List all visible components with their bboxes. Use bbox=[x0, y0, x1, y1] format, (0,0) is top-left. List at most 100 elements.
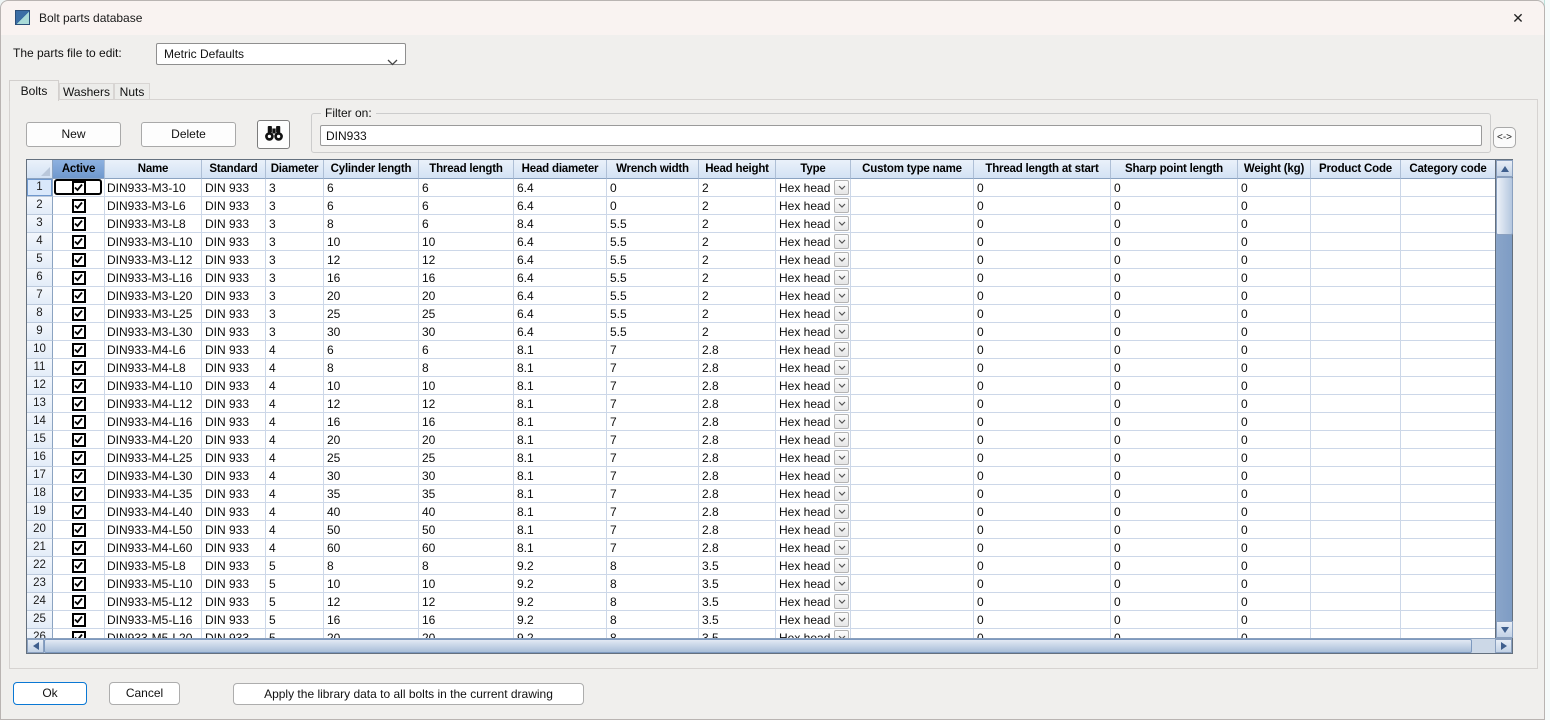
cell-diameter[interactable]: 5 bbox=[266, 593, 324, 611]
cell-head-diameter[interactable]: 6.4 bbox=[514, 197, 607, 215]
cell-weight-kg-[interactable]: 0 bbox=[1238, 557, 1311, 575]
cell-product-code[interactable] bbox=[1311, 467, 1401, 485]
row-number[interactable]: 22 bbox=[27, 557, 53, 575]
cell-type[interactable]: Hex head bbox=[776, 557, 851, 575]
cell-diameter[interactable]: 4 bbox=[266, 377, 324, 395]
cell-head-height[interactable]: 2 bbox=[699, 215, 776, 233]
cell-sharp-point-length[interactable]: 0 bbox=[1111, 287, 1238, 305]
cell-type[interactable]: Hex head bbox=[776, 377, 851, 395]
cell-head-diameter[interactable]: 9.2 bbox=[514, 593, 607, 611]
cell-thread-length-at-start[interactable]: 0 bbox=[974, 629, 1111, 638]
column-header-product-code[interactable]: Product Code bbox=[1311, 160, 1401, 179]
row-number[interactable]: 16 bbox=[27, 449, 53, 467]
row-number[interactable]: 26 bbox=[27, 629, 53, 638]
cell-diameter[interactable]: 5 bbox=[266, 557, 324, 575]
cell-head-diameter[interactable]: 8.1 bbox=[514, 431, 607, 449]
cell-head-diameter[interactable]: 9.2 bbox=[514, 629, 607, 638]
cell-cylinder-length[interactable]: 10 bbox=[324, 377, 419, 395]
cell-type[interactable]: Hex head bbox=[776, 413, 851, 431]
cell-head-height[interactable]: 2.8 bbox=[699, 413, 776, 431]
column-header-weight-kg-[interactable]: Weight (kg) bbox=[1238, 160, 1311, 179]
cell-diameter[interactable]: 5 bbox=[266, 575, 324, 593]
tab-nuts[interactable]: Nuts bbox=[114, 83, 150, 100]
cell-thread-length[interactable]: 50 bbox=[419, 521, 514, 539]
delete-button[interactable]: Delete bbox=[141, 122, 236, 147]
cell-head-height[interactable]: 2 bbox=[699, 305, 776, 323]
cell-weight-kg-[interactable]: 0 bbox=[1238, 521, 1311, 539]
row-number[interactable]: 11 bbox=[27, 359, 53, 377]
cell-cylinder-length[interactable]: 8 bbox=[324, 557, 419, 575]
cell-diameter[interactable]: 4 bbox=[266, 485, 324, 503]
type-dropdown-button[interactable] bbox=[834, 612, 849, 627]
cell-category-code[interactable] bbox=[1401, 179, 1495, 197]
cell-custom-type-name[interactable] bbox=[851, 251, 974, 269]
row-number[interactable]: 1 bbox=[27, 179, 53, 197]
cell-diameter[interactable]: 4 bbox=[266, 467, 324, 485]
type-dropdown-button[interactable] bbox=[834, 288, 849, 303]
cell-sharp-point-length[interactable]: 0 bbox=[1111, 395, 1238, 413]
row-number[interactable]: 25 bbox=[27, 611, 53, 629]
cell-head-diameter[interactable]: 6.4 bbox=[514, 179, 607, 197]
cell-head-diameter[interactable]: 8.1 bbox=[514, 449, 607, 467]
cell-sharp-point-length[interactable]: 0 bbox=[1111, 215, 1238, 233]
cell-weight-kg-[interactable]: 0 bbox=[1238, 215, 1311, 233]
cell-cylinder-length[interactable]: 10 bbox=[324, 233, 419, 251]
cell-cylinder-length[interactable]: 35 bbox=[324, 485, 419, 503]
type-dropdown-button[interactable] bbox=[834, 504, 849, 519]
cell-category-code[interactable] bbox=[1401, 323, 1495, 341]
cell-weight-kg-[interactable]: 0 bbox=[1238, 341, 1311, 359]
cell-head-height[interactable]: 2.8 bbox=[699, 377, 776, 395]
cell-wrench-width[interactable]: 8 bbox=[607, 629, 699, 638]
cell-sharp-point-length[interactable]: 0 bbox=[1111, 269, 1238, 287]
cell-thread-length-at-start[interactable]: 0 bbox=[974, 305, 1111, 323]
cell-diameter[interactable]: 5 bbox=[266, 611, 324, 629]
cell-thread-length-at-start[interactable]: 0 bbox=[974, 179, 1111, 197]
cell-wrench-width[interactable]: 5.5 bbox=[607, 233, 699, 251]
cell-standard[interactable]: DIN 933 bbox=[202, 629, 266, 638]
cell-sharp-point-length[interactable]: 0 bbox=[1111, 449, 1238, 467]
active-checkbox[interactable] bbox=[72, 487, 86, 501]
row-number[interactable]: 17 bbox=[27, 467, 53, 485]
cell-diameter[interactable]: 3 bbox=[266, 233, 324, 251]
filter-input[interactable] bbox=[320, 125, 1482, 146]
cell-name[interactable]: DIN933-M4-L30 bbox=[105, 467, 202, 485]
cell-head-height[interactable]: 2 bbox=[699, 287, 776, 305]
cell-cylinder-length[interactable]: 30 bbox=[324, 467, 419, 485]
active-checkbox[interactable] bbox=[72, 379, 86, 393]
cell-head-height[interactable]: 2.8 bbox=[699, 503, 776, 521]
cell-category-code[interactable] bbox=[1401, 359, 1495, 377]
cell-standard[interactable]: DIN 933 bbox=[202, 233, 266, 251]
cell-cylinder-length[interactable]: 40 bbox=[324, 503, 419, 521]
column-header-type[interactable]: Type bbox=[776, 160, 851, 179]
cell-type[interactable]: Hex head bbox=[776, 323, 851, 341]
cell-category-code[interactable] bbox=[1401, 503, 1495, 521]
cell-diameter[interactable]: 3 bbox=[266, 269, 324, 287]
active-checkbox[interactable] bbox=[72, 523, 86, 537]
type-dropdown-button[interactable] bbox=[834, 324, 849, 339]
cell-standard[interactable]: DIN 933 bbox=[202, 305, 266, 323]
type-dropdown-button[interactable] bbox=[834, 630, 849, 638]
row-number[interactable]: 6 bbox=[27, 269, 53, 287]
cell-standard[interactable]: DIN 933 bbox=[202, 431, 266, 449]
cell-sharp-point-length[interactable]: 0 bbox=[1111, 521, 1238, 539]
cell-name[interactable]: DIN933-M5-L16 bbox=[105, 611, 202, 629]
cell-custom-type-name[interactable] bbox=[851, 233, 974, 251]
title-bar[interactable]: Bolt parts database ✕ bbox=[1, 1, 1544, 35]
cell-wrench-width[interactable]: 0 bbox=[607, 179, 699, 197]
cell-custom-type-name[interactable] bbox=[851, 179, 974, 197]
column-header-active[interactable]: Active bbox=[53, 160, 105, 179]
cell-standard[interactable]: DIN 933 bbox=[202, 503, 266, 521]
cell-standard[interactable]: DIN 933 bbox=[202, 269, 266, 287]
cell-wrench-width[interactable]: 5.5 bbox=[607, 287, 699, 305]
cell-head-height[interactable]: 2.8 bbox=[699, 467, 776, 485]
cell-product-code[interactable] bbox=[1311, 269, 1401, 287]
cell-wrench-width[interactable]: 5.5 bbox=[607, 323, 699, 341]
row-number[interactable]: 7 bbox=[27, 287, 53, 305]
cell-head-diameter[interactable]: 9.2 bbox=[514, 611, 607, 629]
cell-product-code[interactable] bbox=[1311, 377, 1401, 395]
type-dropdown-button[interactable] bbox=[834, 540, 849, 555]
cell-custom-type-name[interactable] bbox=[851, 503, 974, 521]
cell-head-diameter[interactable]: 6.4 bbox=[514, 323, 607, 341]
cell-wrench-width[interactable]: 7 bbox=[607, 521, 699, 539]
cell-thread-length-at-start[interactable]: 0 bbox=[974, 287, 1111, 305]
